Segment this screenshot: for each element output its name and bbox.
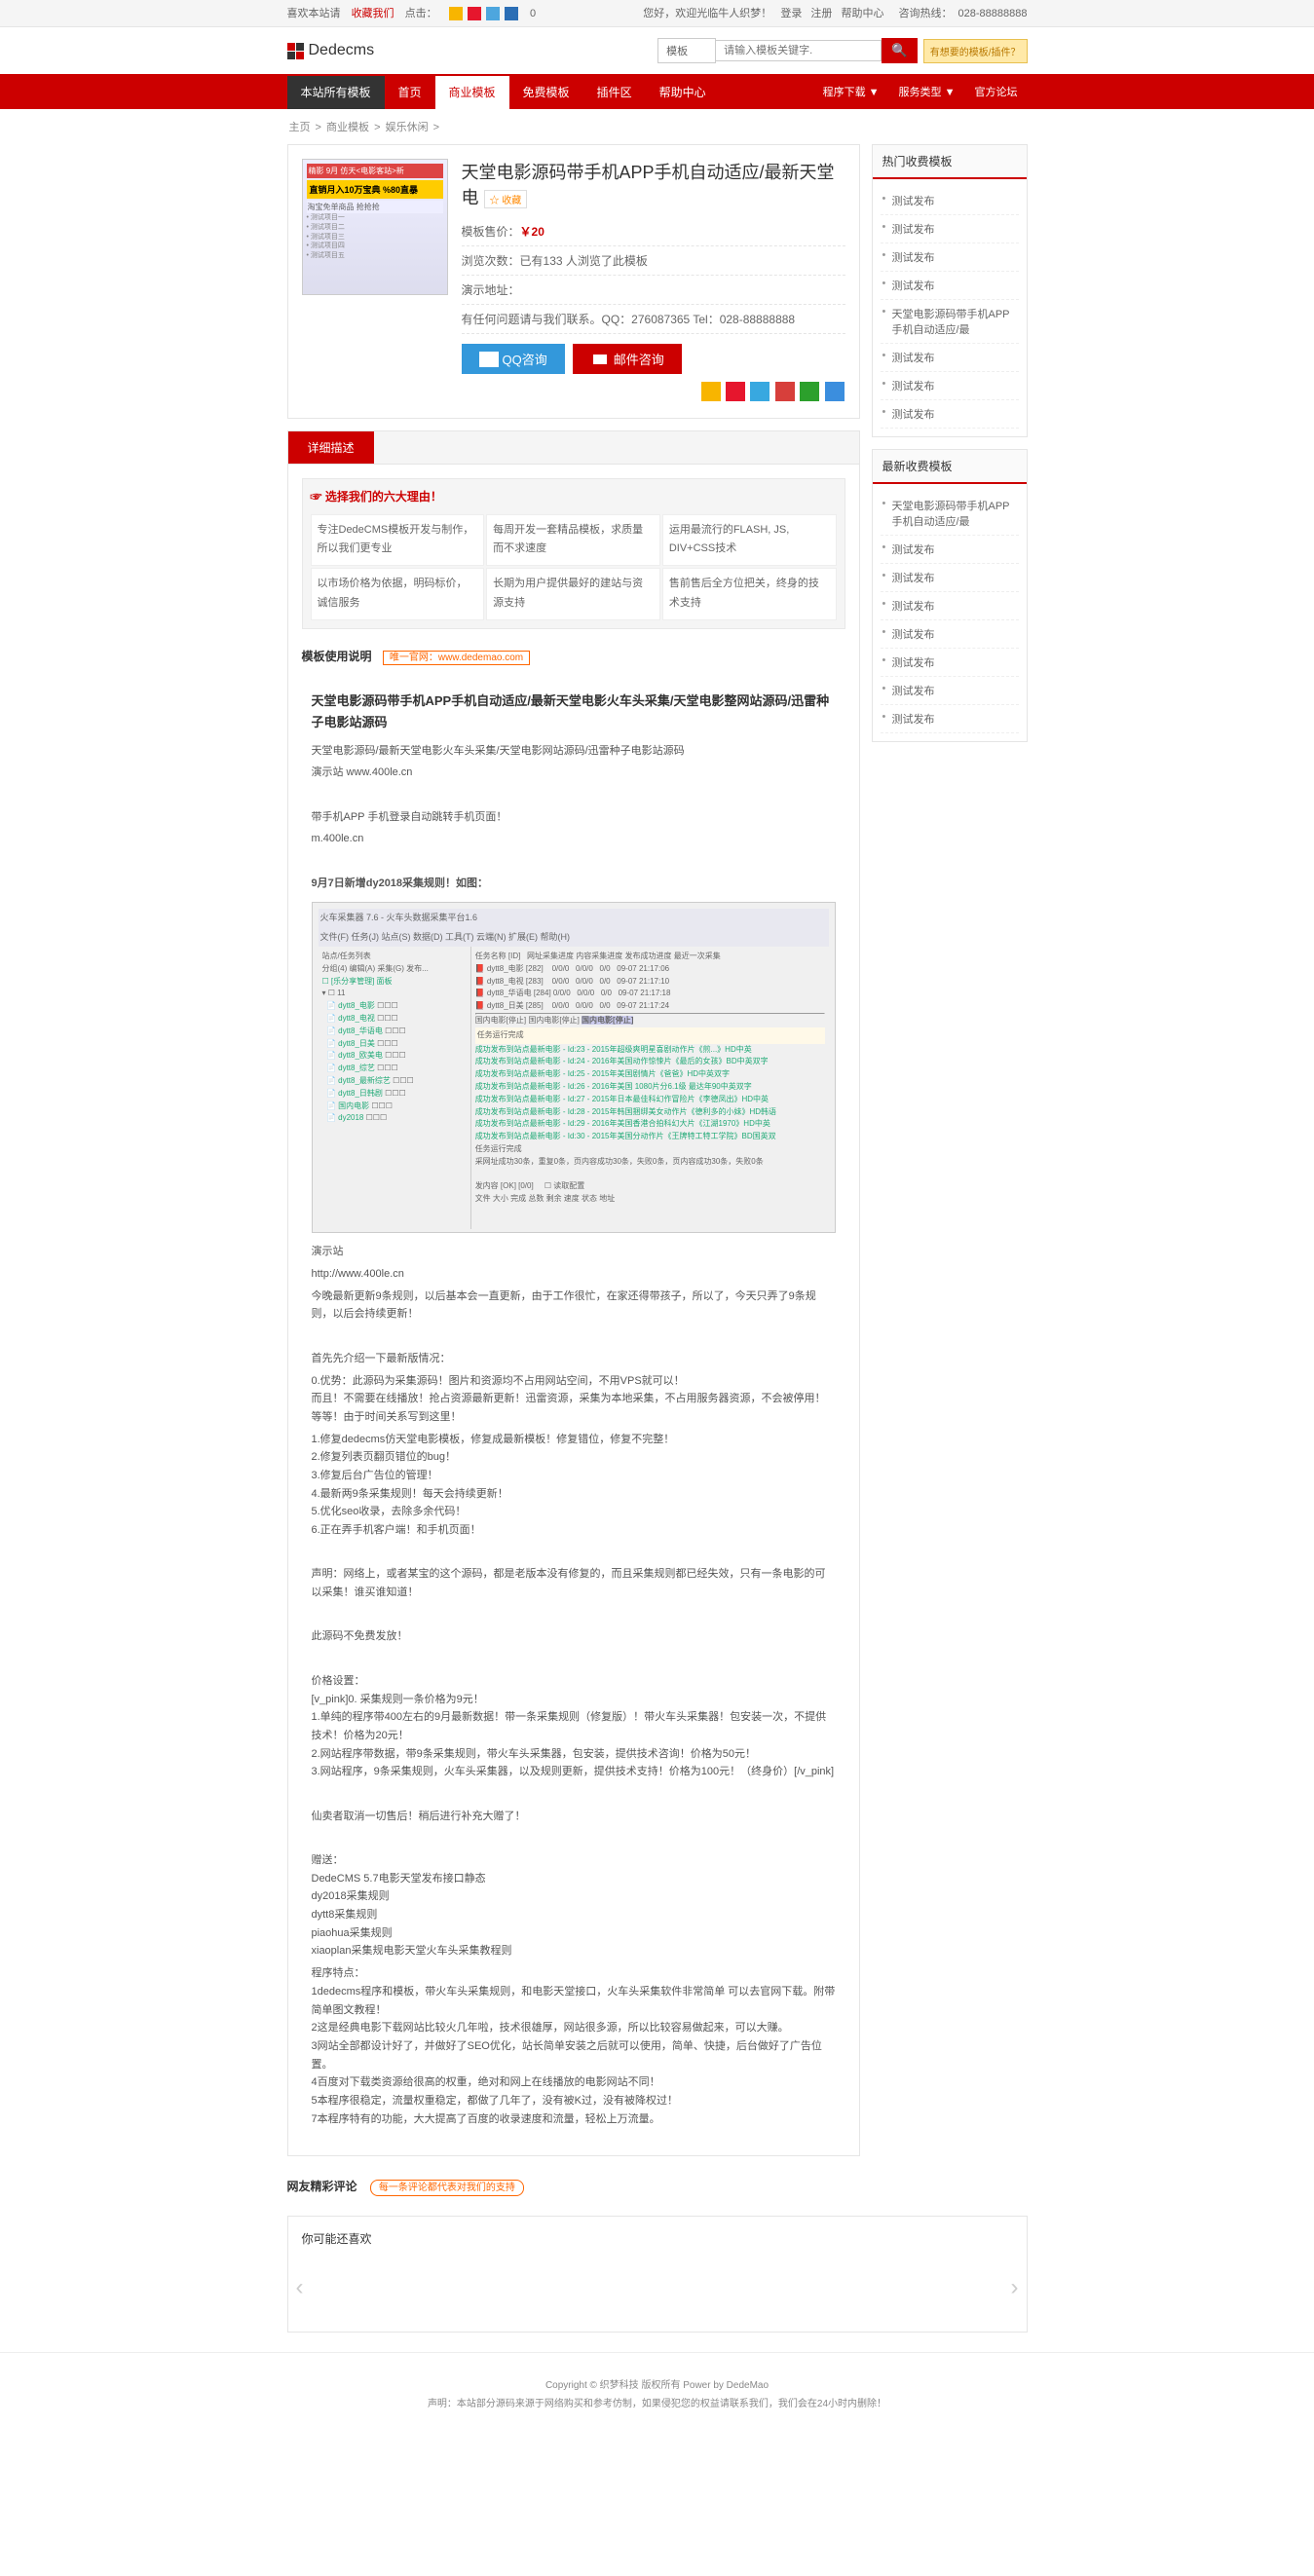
reason-item: 每周开发一套精品模板，求质量而不求速度	[486, 514, 660, 567]
prev-arrow-icon[interactable]: ‹	[296, 2274, 304, 2301]
list-item[interactable]: 测试发布	[881, 649, 1019, 677]
favorite-button[interactable]: ☆ 收藏	[484, 190, 528, 208]
qq-button[interactable]: QQ咨询	[462, 344, 565, 374]
list-item[interactable]: 天堂电影源码带手机APP手机自动适应/最	[881, 492, 1019, 536]
reasons-title: ☞ 选择我们的六大理由！	[311, 487, 837, 514]
click-count: 0	[530, 8, 536, 19]
sidebar-new-title: 最新收费模板	[873, 450, 1027, 484]
reason-item: 运用最流行的FLASH, JS, DIV+CSS技术	[662, 514, 837, 567]
search-button[interactable]: 🔍	[882, 38, 918, 63]
next-arrow-icon[interactable]: ›	[1011, 2274, 1019, 2301]
list-item[interactable]: 测试发布	[881, 243, 1019, 272]
hotline-number: 028-88888888	[958, 8, 1028, 19]
list-item[interactable]: 测试发布	[881, 400, 1019, 429]
tencent-share-icon[interactable]	[750, 382, 770, 401]
mail-button[interactable]: 邮件咨询	[573, 344, 682, 374]
comment-tag: 每一条评论都代表对我们的支持	[370, 2180, 524, 2196]
reason-item: 以市场价格为依据，明码标价，诚信服务	[311, 568, 485, 620]
nav-download[interactable]: 程序下载 ▼	[813, 76, 889, 109]
hotline-label: 咨询热线：	[899, 8, 953, 19]
nav-free[interactable]: 免费模板	[509, 76, 583, 109]
login-link[interactable]: 登录	[780, 8, 802, 19]
list-item[interactable]: 测试发布	[881, 620, 1019, 649]
list-item[interactable]: 测试发布	[881, 344, 1019, 372]
nav-plugins[interactable]: 插件区	[583, 76, 646, 109]
list-item[interactable]: 测试发布	[881, 187, 1019, 215]
logo[interactable]: Dedecms	[287, 42, 375, 59]
nav-home[interactable]: 首页	[385, 76, 435, 109]
list-item[interactable]: 测试发布	[881, 372, 1019, 400]
nav-all-templates[interactable]: 本站所有模板	[287, 76, 385, 109]
contact-info: 有任何问题请与我们联系。QQ：276087365 Tel：028-8888888…	[462, 305, 845, 334]
reasons-box: ☞ 选择我们的六大理由！ 专注DedeCMS模板开发与制作，所以我们更专业 每周…	[302, 478, 845, 629]
click-label: 点击：	[405, 8, 437, 19]
help-link[interactable]: 帮助中心	[841, 8, 883, 19]
search-input[interactable]	[716, 40, 882, 61]
product-title: 天堂电影源码带手机APP手机自动适应/最新天堂电 ☆ 收藏	[462, 159, 845, 209]
demo-label: 演示地址：	[462, 283, 520, 297]
detail-content: ☞ 选择我们的六大理由！ 专注DedeCMS模板开发与制作，所以我们更专业 每周…	[287, 464, 860, 2156]
footer: Copyright © 织梦科技 版权所有 Power by DedeMao 声…	[0, 2352, 1314, 2433]
list-item[interactable]: 测试发布	[881, 564, 1019, 592]
comment-section: 网友精彩评论 每一条评论都代表对我们的支持	[287, 2168, 860, 2204]
product-box: 精影 9月 仿天<电影客站>新 直销月入10万宝典 %80直暴 淘宝免单商品 抢…	[287, 144, 860, 419]
search-category[interactable]: 模板	[657, 38, 716, 63]
tab-detail[interactable]: 详细描述	[288, 431, 374, 464]
nav-help[interactable]: 帮助中心	[646, 76, 720, 109]
main-nav: 本站所有模板 首页 商业模板 免费模板 插件区 帮助中心 程序下载 ▼ 服务类型…	[0, 76, 1314, 109]
header: Dedecms 模板 🔍 有想要的模板/插件？	[0, 27, 1314, 76]
social-icons	[448, 8, 522, 19]
reason-item: 专注DedeCMS模板开发与制作，所以我们更专业	[311, 514, 485, 567]
ad-banner[interactable]: 有想要的模板/插件？	[923, 39, 1028, 63]
collector-screenshot: 火车采集器 7.6 - 火车头数据采集平台1.6 文件(F) 任务(J) 站点(…	[312, 902, 836, 1233]
weibo-share-icon[interactable]	[726, 382, 745, 401]
article-body: 天堂电影源码带手机APP手机自动适应/最新天堂电影火车头采集/天堂电影整网站源码…	[302, 673, 845, 2142]
reason-item: 售前售后全方位把关，终身的技术支持	[662, 568, 837, 620]
topbar: 喜欢本站请 收藏我们 点击： 0 您好，欢迎光临牛人织梦！ 登录 注册 帮助中心…	[0, 0, 1314, 27]
list-item[interactable]: 测试发布	[881, 272, 1019, 300]
qq-icon	[479, 352, 499, 367]
more-share-icon[interactable]	[825, 382, 845, 401]
weibo-icon[interactable]	[468, 7, 481, 20]
tab-header: 详细描述	[287, 430, 860, 464]
sidebar-new: 最新收费模板 天堂电影源码带手机APP手机自动适应/最 测试发布 测试发布 测试…	[872, 449, 1028, 742]
fav-button[interactable]: 收藏我们	[352, 8, 394, 19]
footer-note: 声明：本站部分源码来源于网络购买和参考仿制，如果侵犯您的权益请联系我们，我们会在…	[0, 2395, 1314, 2409]
breadcrumb: 主页 > 商业模板 > 娱乐休闲 >	[287, 109, 1028, 144]
view-count: 已有133 人浏览了此模板	[520, 254, 648, 268]
list-item[interactable]: 天堂电影源码带手机APP手机自动适应/最	[881, 300, 1019, 344]
official-tag: 唯一官网：www.dedemao.com	[383, 651, 530, 665]
reason-item: 长期为用户提供最好的建站与资源支持	[486, 568, 660, 620]
nav-service[interactable]: 服务类型 ▼	[889, 76, 965, 109]
sidebar-hot-title: 热门收费模板	[873, 145, 1027, 179]
share-bar	[462, 382, 845, 404]
list-item[interactable]: 测试发布	[881, 215, 1019, 243]
copyright: Copyright © 织梦科技 版权所有 Power by DedeMao	[0, 2376, 1314, 2391]
product-thumbnail[interactable]: 精影 9月 仿天<电影客站>新 直销月入10万宝典 %80直暴 淘宝免单商品 抢…	[302, 159, 448, 295]
list-item[interactable]: 测试发布	[881, 536, 1019, 564]
qzone-icon[interactable]	[449, 7, 463, 20]
product-price: ￥20	[520, 225, 544, 239]
mail-icon	[590, 352, 610, 367]
renren-icon[interactable]	[505, 7, 518, 20]
search-bar: 模板 🔍 有想要的模板/插件？	[657, 38, 1027, 63]
register-link[interactable]: 注册	[810, 8, 832, 19]
article-h1: 天堂电影源码带手机APP手机自动适应/最新天堂电影火车头采集/天堂电影整网站源码…	[312, 691, 836, 733]
related-section: 你可能还喜欢 ‹ ›	[287, 2216, 1028, 2333]
list-item[interactable]: 测试发布	[881, 592, 1019, 620]
fav-label: 喜欢本站请	[287, 8, 341, 19]
list-item[interactable]: 测试发布	[881, 705, 1019, 733]
usage-title: 模板使用说明 唯一官网：www.dedemao.com	[302, 641, 845, 674]
qzone-share-icon[interactable]	[701, 382, 721, 401]
related-title: 你可能还喜欢	[302, 2230, 1013, 2247]
nav-forum[interactable]: 官方论坛	[965, 76, 1028, 109]
renren-share-icon[interactable]	[775, 382, 795, 401]
sidebar-hot: 热门收费模板 测试发布 测试发布 测试发布 测试发布 天堂电影源码带手机APP手…	[872, 144, 1028, 437]
tencent-icon[interactable]	[486, 7, 500, 20]
list-item[interactable]: 测试发布	[881, 677, 1019, 705]
nav-commercial[interactable]: 商业模板	[435, 76, 509, 109]
welcome-text: 您好，欢迎光临牛人织梦！	[643, 8, 771, 19]
douban-share-icon[interactable]	[800, 382, 819, 401]
